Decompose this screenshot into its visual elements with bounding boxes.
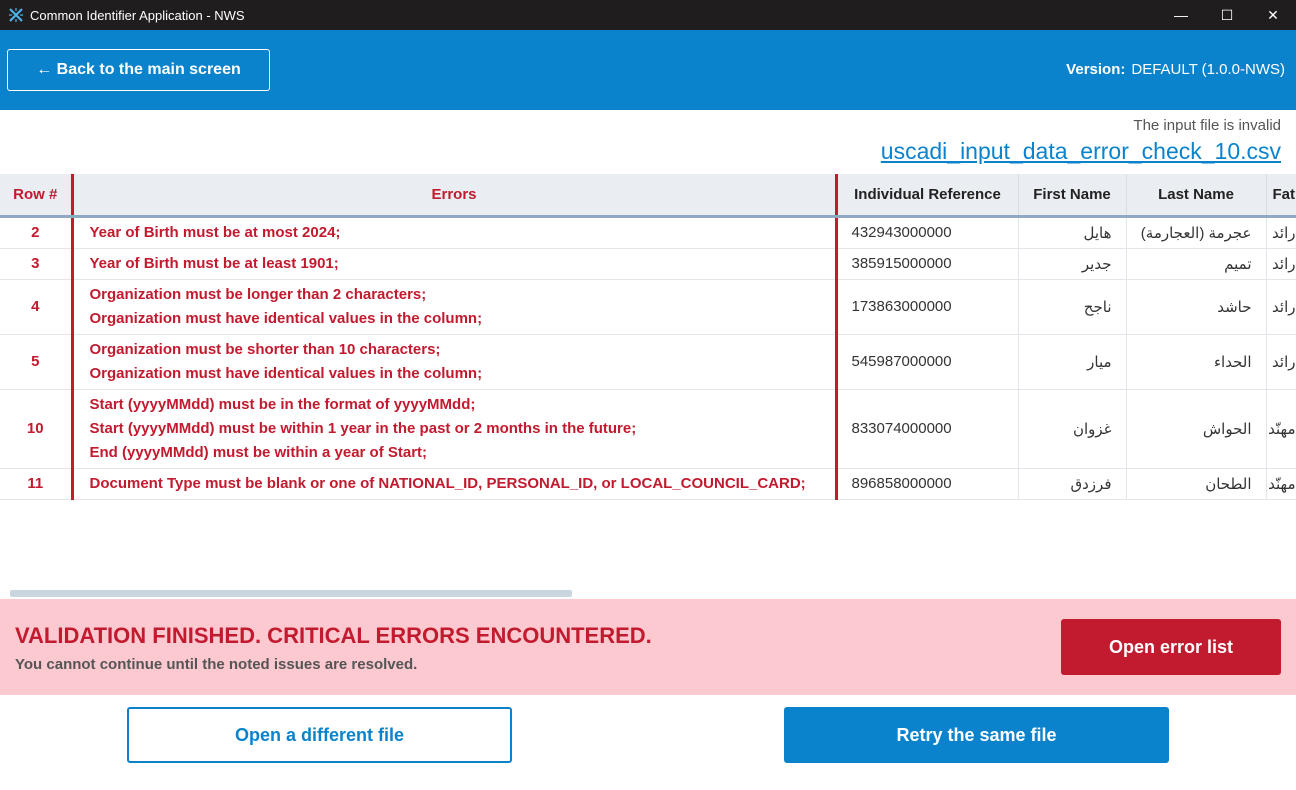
father-name-cell: مهنّد [1266, 389, 1296, 469]
individual-reference-cell: 385915000000 [836, 248, 1019, 280]
error-message: Year of Birth must be at most 2024; [89, 223, 341, 241]
errors-cell: Start (yyyyMMdd) must be in the format o… [70, 389, 838, 469]
column-header-errors[interactable]: Errors [70, 174, 838, 218]
banner-subtitle: You cannot continue until the noted issu… [15, 656, 418, 673]
version-info: Version: DEFAULT (1.0.0-NWS) [1066, 61, 1285, 78]
table-row[interactable]: 11 Document Type must be blank or one of … [0, 468, 1296, 500]
individual-reference-cell: 545987000000 [836, 334, 1019, 390]
table-row[interactable]: 2 Year of Birth must be at most 2024; 4329… [0, 216, 1296, 249]
father-name-cell: رائد [1266, 279, 1296, 335]
window-title: Common Identifier Application - NWS [30, 7, 245, 23]
window-controls: — ☐ ✕ [1158, 0, 1296, 30]
last-name-cell: الطحان [1126, 468, 1267, 500]
file-status: The input file is invalid [1133, 117, 1281, 134]
error-message: Document Type must be blank or one of NA… [89, 474, 806, 492]
father-name-cell: رائد [1266, 248, 1296, 280]
first-name-cell: غزوان [1018, 389, 1127, 469]
row-number-cell: 4 [0, 279, 73, 335]
validation-error-banner: VALIDATION FINISHED. CRITICAL ERRORS ENC… [0, 599, 1296, 695]
error-message: Organization must be shorter than 10 cha… [89, 340, 441, 358]
retry-same-file-button[interactable]: Retry the same file [784, 707, 1169, 763]
father-name-cell: رائد [1266, 216, 1296, 249]
close-button[interactable]: ✕ [1250, 0, 1296, 30]
table-header-row: Row # Errors Individual Reference First … [0, 174, 1296, 218]
app-header: ← Back to the main screen Version: DEFAUL… [0, 30, 1296, 110]
individual-reference-cell: 432943000000 [836, 216, 1019, 249]
file-name-link[interactable]: uscadi_input_data_error_check_10.csv [881, 138, 1281, 165]
maximize-button[interactable]: ☐ [1204, 0, 1250, 30]
errors-cell: Year of Birth must be at least 1901; [70, 248, 838, 280]
column-header-father[interactable]: Fat [1266, 174, 1296, 218]
first-name-cell: جدير [1018, 248, 1127, 280]
first-name-cell: ناجح [1018, 279, 1127, 335]
errors-cell: Year of Birth must be at most 2024; [70, 216, 838, 249]
individual-reference-cell: 173863000000 [836, 279, 1019, 335]
version-label: Version: [1066, 61, 1126, 78]
open-error-list-button[interactable]: Open error list [1061, 619, 1281, 675]
table-row[interactable]: 10 Start (yyyyMMdd) must be in the format… [0, 389, 1296, 469]
errors-cell: Organization must be longer than 2 chara… [70, 279, 838, 335]
error-message: Start (yyyyMMdd) must be in the format o… [89, 395, 476, 413]
errors-cell: Document Type must be blank or one of NA… [70, 468, 838, 500]
first-name-cell: هايل [1018, 216, 1127, 249]
table-row[interactable]: 5 Organization must be shorter than 10 ch… [0, 334, 1296, 390]
table-row[interactable]: 4 Organization must be longer than 2 char… [0, 279, 1296, 335]
row-number-cell: 11 [0, 468, 73, 500]
column-header-last-name[interactable]: Last Name [1126, 174, 1267, 218]
error-message: End (yyyyMMdd) must be within a year of … [89, 443, 428, 461]
results-table-container[interactable]: Row # Errors Individual Reference First … [0, 174, 1296, 590]
app-logo-icon [9, 8, 23, 22]
first-name-cell: فرزدق [1018, 468, 1127, 500]
last-name-cell: الحواش [1126, 389, 1267, 469]
error-message: Organization must be longer than 2 chara… [89, 285, 427, 303]
banner-title: VALIDATION FINISHED. CRITICAL ERRORS ENC… [15, 623, 652, 648]
row-number-cell: 3 [0, 248, 73, 280]
first-name-cell: ميار [1018, 334, 1127, 390]
error-message: Year of Birth must be at least 1901; [89, 254, 339, 272]
last-name-cell: الحداء [1126, 334, 1267, 390]
open-different-file-button[interactable]: Open a different file [127, 707, 512, 763]
individual-reference-cell: 896858000000 [836, 468, 1019, 500]
table-row[interactable]: 3 Year of Birth must be at least 1901; 385… [0, 248, 1296, 280]
title-bar: Common Identifier Application - NWS — ☐ … [0, 0, 1296, 30]
error-message: Organization must have identical values … [89, 309, 483, 327]
row-number-cell: 5 [0, 334, 73, 390]
last-name-cell: تميم [1126, 248, 1267, 280]
individual-reference-cell: 833074000000 [836, 389, 1019, 469]
row-number-cell: 10 [0, 389, 73, 469]
horizontal-scrollbar[interactable] [10, 590, 572, 597]
results-table: Row # Errors Individual Reference First … [0, 174, 1296, 500]
column-header-row-number[interactable]: Row # [0, 174, 73, 218]
last-name-cell: عجرمة (العجارمة) [1126, 216, 1267, 249]
row-number-cell: 2 [0, 216, 73, 249]
father-name-cell: رائد [1266, 334, 1296, 390]
error-message: Start (yyyyMMdd) must be within 1 year i… [89, 419, 637, 437]
column-header-individual-reference[interactable]: Individual Reference [836, 174, 1019, 218]
minimize-button[interactable]: — [1158, 0, 1204, 30]
column-header-first-name[interactable]: First Name [1018, 174, 1127, 218]
father-name-cell: مهنّد [1266, 468, 1296, 500]
errors-cell: Organization must be shorter than 10 cha… [70, 334, 838, 390]
last-name-cell: حاشد [1126, 279, 1267, 335]
version-value: DEFAULT (1.0.0-NWS) [1131, 61, 1285, 78]
back-to-main-button[interactable]: ← Back to the main screen [7, 49, 270, 91]
error-message: Organization must have identical values … [89, 364, 483, 382]
